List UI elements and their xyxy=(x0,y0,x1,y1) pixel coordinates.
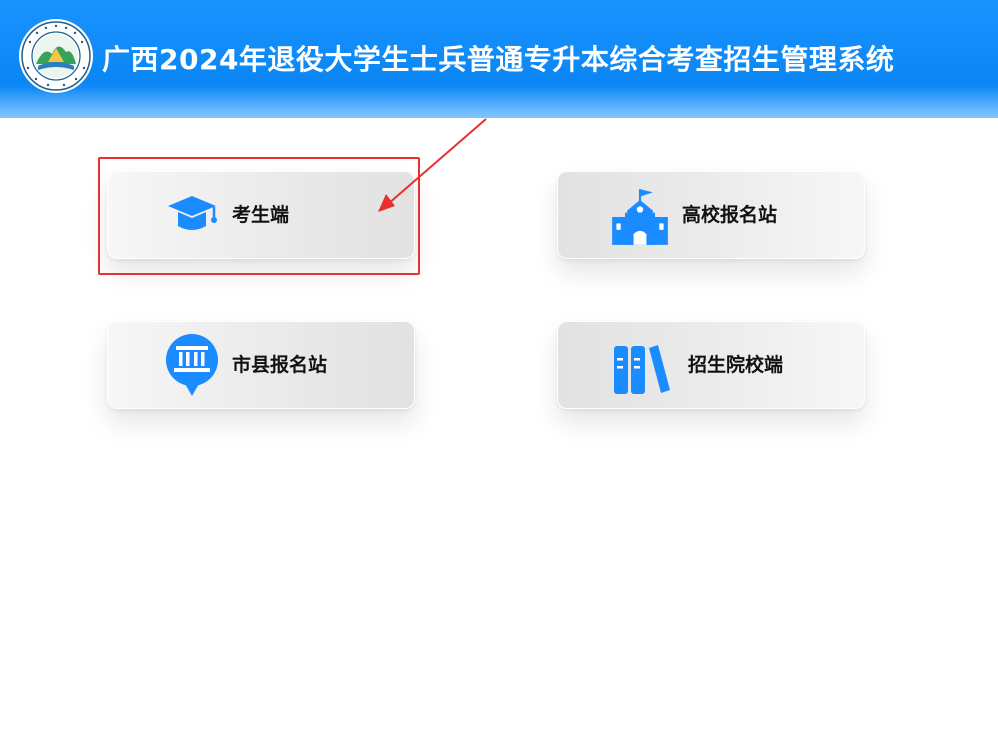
header-gradient-shade xyxy=(0,88,998,118)
page-title: 广西2024年退役大学生士兵普通专升本综合考查招生管理系统 xyxy=(102,43,895,76)
admission-school-label: 招生院校端 xyxy=(688,354,784,376)
header-bar: 广西2024年退役大学生士兵普通专升本综合考查招生管理系统 xyxy=(0,0,998,118)
graduation-cap-icon xyxy=(168,196,217,230)
books-icon xyxy=(614,345,670,394)
school-building-icon xyxy=(612,189,668,245)
university-registration-label: 高校报名站 xyxy=(682,204,778,226)
city-registration-card[interactable]: 市县报名站 xyxy=(107,321,415,409)
admission-school-card[interactable]: 招生院校端 xyxy=(557,321,865,409)
government-building-pin-icon xyxy=(166,334,218,396)
city-registration-label: 市县报名站 xyxy=(232,354,328,376)
university-registration-card[interactable]: 高校报名站 xyxy=(557,171,865,259)
student-portal-label: 考生端 xyxy=(232,204,290,226)
student-portal-card[interactable]: 考生端 xyxy=(107,171,415,259)
university-seal-logo xyxy=(19,19,93,93)
